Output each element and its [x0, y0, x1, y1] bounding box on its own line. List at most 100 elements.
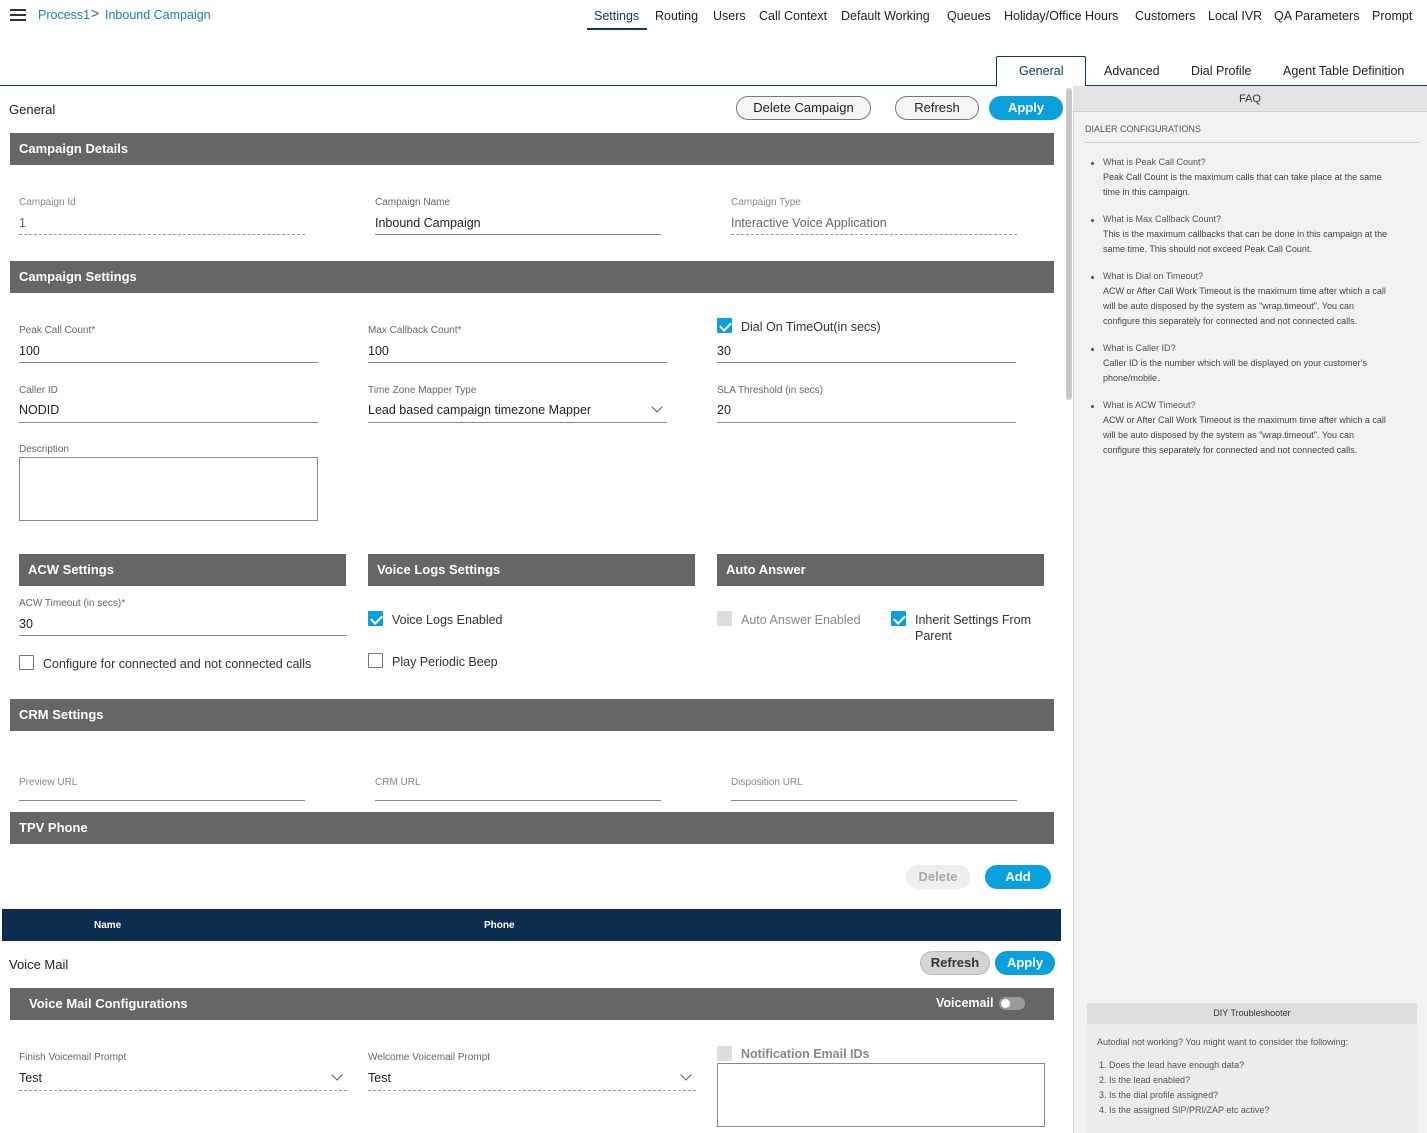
inherit-settings-label-2: Parent: [915, 629, 952, 643]
nav-routing[interactable]: Routing: [655, 9, 698, 23]
tab-agent-table-definition[interactable]: Agent Table Definition: [1283, 64, 1404, 78]
configure-connected-checkbox[interactable]: [19, 655, 34, 670]
bullet-icon: [1091, 219, 1094, 222]
nav-queues[interactable]: Queues: [947, 9, 991, 23]
voicemail-toggle[interactable]: [999, 997, 1025, 1010]
faq-section-title: DIALER CONFIGURATIONS: [1085, 124, 1201, 134]
dial-on-timeout-underline: [717, 362, 1016, 363]
description-textarea[interactable]: [19, 457, 318, 521]
timezone-mapper-underline: [368, 422, 667, 423]
faq-answer-line: will be auto disposed by the system as "…: [1103, 301, 1355, 311]
crm-settings-header: CRM Settings: [10, 699, 1054, 731]
diy-intro: Autodial not working? You might want to …: [1097, 1037, 1349, 1047]
voice-mail-refresh-button[interactable]: Refresh: [920, 951, 990, 975]
refresh-button[interactable]: Refresh: [895, 96, 979, 120]
campaign-settings-header: Campaign Settings: [10, 261, 1054, 293]
configure-connected-label: Configure for connected and not connecte…: [43, 657, 312, 671]
finish-voicemail-select[interactable]: Test: [19, 1071, 42, 1085]
faq-answer-line: time in this campaign.: [1103, 187, 1191, 197]
acw-timeout-input[interactable]: 30: [19, 617, 33, 631]
breadcrumb-process[interactable]: Process1: [38, 8, 90, 22]
campaign-id-value: 1: [19, 216, 26, 230]
campaign-name-input[interactable]: Inbound Campaign: [375, 216, 481, 230]
nav-local-ivr[interactable]: Local IVR: [1208, 9, 1262, 23]
faq-question: What is Peak Call Count?: [1103, 157, 1206, 167]
menu-icon[interactable]: [10, 9, 26, 21]
tab-dial-profile[interactable]: Dial Profile: [1191, 64, 1251, 78]
tab-general[interactable]: General: [1019, 64, 1063, 78]
notification-email-textarea[interactable]: [717, 1063, 1045, 1127]
breadcrumb-campaign[interactable]: Inbound Campaign: [105, 8, 211, 22]
nav-prompt[interactable]: Prompt: [1372, 9, 1412, 23]
nav-default-working[interactable]: Default Working: [841, 9, 930, 23]
auto-answer-header: Auto Answer: [717, 554, 1044, 586]
campaign-type-underline: [731, 234, 1017, 235]
sla-threshold-label: SLA Threshold (in secs): [717, 385, 823, 396]
faq-divider: [1085, 142, 1419, 143]
tpv-add-button[interactable]: Add: [985, 865, 1051, 889]
tab-advanced[interactable]: Advanced: [1104, 64, 1160, 78]
nav-qa-parameters[interactable]: QA Parameters: [1274, 9, 1359, 23]
auto-answer-enabled-checkbox: [717, 611, 732, 626]
chevron-down-icon[interactable]: [651, 401, 663, 413]
nav-settings[interactable]: Settings: [594, 9, 639, 23]
dial-on-timeout-checkbox[interactable]: [717, 318, 732, 333]
crm-url-input[interactable]: [375, 800, 661, 801]
bullet-icon: [1091, 348, 1094, 351]
peak-call-count-label: Peak Call Count*: [19, 325, 96, 336]
inherit-settings-label: Inherit Settings From: [915, 613, 1032, 627]
faq-answer-line: Caller ID is the number which will be di…: [1103, 358, 1367, 368]
acw-timeout-underline: [19, 635, 347, 636]
caller-id-input[interactable]: NODID: [19, 403, 59, 417]
scrollbar[interactable]: [1066, 88, 1072, 400]
nav-users[interactable]: Users: [713, 9, 746, 23]
faq-question: What is Max Callback Count?: [1103, 214, 1222, 224]
nav-active-indicator: [587, 28, 647, 30]
crm-url-label: CRM URL: [375, 777, 421, 788]
preview-url-input[interactable]: [19, 800, 305, 801]
faq-answer-line: ACW or After Call Work Timeout is the ma…: [1103, 415, 1386, 425]
disposition-url-input[interactable]: [731, 800, 1017, 801]
nav-customers[interactable]: Customers: [1135, 9, 1195, 23]
chevron-down-icon[interactable]: [680, 1069, 692, 1081]
max-callback-count-input[interactable]: 100: [368, 344, 389, 358]
timezone-mapper-label: Time Zone Mapper Type: [368, 385, 477, 396]
tpv-table-header: Name Phone: [2, 909, 1061, 941]
max-callback-count-underline: [368, 362, 667, 363]
notification-email-checkbox: [717, 1046, 732, 1061]
nav-call-context[interactable]: Call Context: [759, 9, 827, 23]
bullet-icon: [1091, 162, 1094, 165]
faq-answer-line: configure this separately for connected …: [1103, 316, 1358, 326]
delete-campaign-button[interactable]: Delete Campaign: [736, 96, 871, 120]
tpv-delete-button[interactable]: Delete: [906, 865, 970, 889]
bullet-icon: [1091, 405, 1094, 408]
voice-logs-enabled-label: Voice Logs Enabled: [392, 613, 503, 627]
finish-voicemail-underline: [19, 1090, 347, 1091]
dial-on-timeout-input[interactable]: 30: [717, 344, 731, 358]
welcome-voicemail-select[interactable]: Test: [368, 1071, 391, 1085]
diy-item: 2. Is the lead enabled?: [1099, 1075, 1191, 1085]
campaign-type-value: Interactive Voice Application: [731, 216, 887, 230]
nav-holiday-office-hours[interactable]: Holiday/Office Hours: [1004, 9, 1118, 23]
welcome-voicemail-underline: [368, 1090, 696, 1091]
caller-id-label: Caller ID: [19, 385, 58, 396]
inherit-settings-checkbox[interactable]: [891, 611, 906, 626]
description-label: Description: [19, 444, 70, 455]
faq-title: FAQ: [1073, 86, 1427, 112]
chevron-down-icon[interactable]: [331, 1069, 343, 1081]
peak-call-count-underline: [19, 362, 318, 363]
sla-threshold-input[interactable]: 20: [717, 403, 731, 417]
diy-troubleshooter-title: DIY Troubleshooter: [1087, 1003, 1417, 1024]
voice-logs-enabled-checkbox[interactable]: [368, 611, 383, 626]
campaign-id-underline: [19, 234, 305, 235]
timezone-mapper-select[interactable]: Lead based campaign timezone Mapper: [368, 403, 591, 417]
voice-mail-apply-button[interactable]: Apply: [995, 951, 1055, 975]
max-callback-count-label: Max Callback Count*: [368, 325, 462, 336]
finish-voicemail-label: Finish Voicemail Prompt: [19, 1052, 127, 1063]
peak-call-count-input[interactable]: 100: [19, 344, 40, 358]
faq-question: What is ACW Timeout?: [1103, 400, 1196, 410]
page-title: General: [9, 102, 56, 117]
voice-mail-title: Voice Mail: [9, 957, 69, 972]
apply-button[interactable]: Apply: [989, 96, 1063, 120]
play-periodic-beep-checkbox[interactable]: [368, 653, 383, 668]
